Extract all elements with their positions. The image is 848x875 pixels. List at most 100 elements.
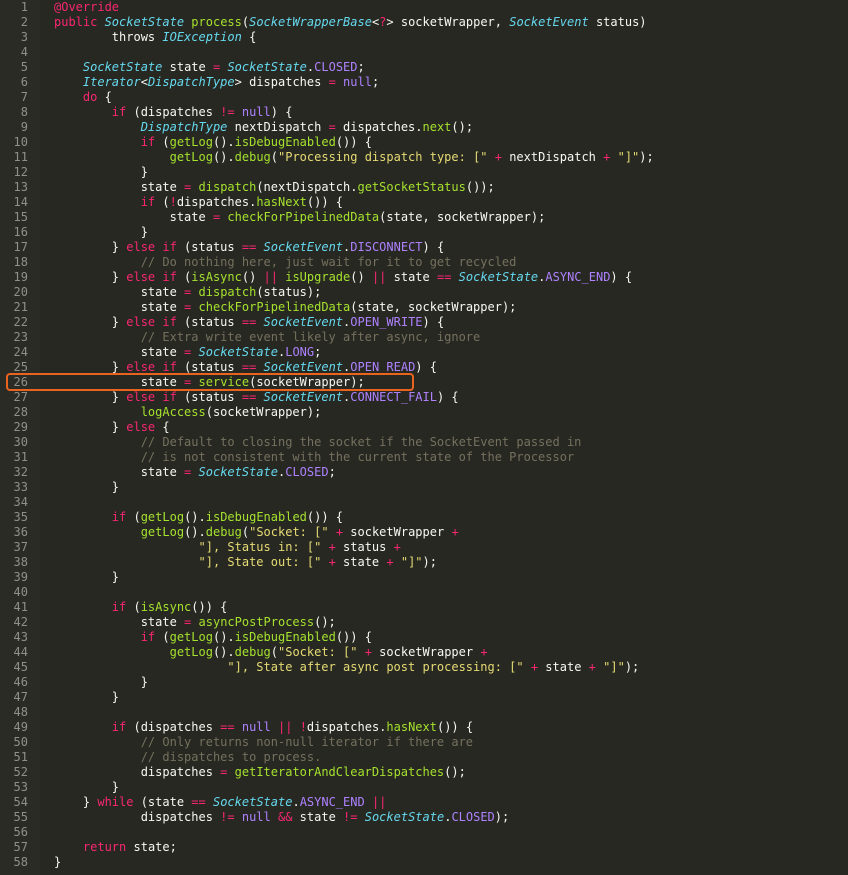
code-text: } else if (status == SocketEvent.CONNECT… xyxy=(54,390,459,405)
code-text: do { xyxy=(54,90,112,105)
code-line[interactable]: 18 // Do nothing here, just wait for it … xyxy=(0,255,848,270)
code-line[interactable]: 37 "], Status in: [" + status + xyxy=(0,540,848,555)
code-token: } xyxy=(54,240,127,254)
code-line[interactable]: 50 // Only returns non-null iterator if … xyxy=(0,735,848,750)
code-line[interactable]: 21 state = checkForPipelinedData(state, … xyxy=(0,300,848,315)
code-line[interactable]: 22 } else if (status == SocketEvent.OPEN… xyxy=(0,315,848,330)
code-line[interactable]: 34 xyxy=(0,495,848,510)
code-line[interactable]: 43 if (getLog().isDebugEnabled()) { xyxy=(0,630,848,645)
code-line[interactable]: 40 xyxy=(0,585,848,600)
code-text: // dispatches to process. xyxy=(54,750,322,765)
code-line[interactable]: 52 dispatches = getIteratorAndClearDispa… xyxy=(0,765,848,780)
code-token: + xyxy=(364,645,372,659)
code-line[interactable]: 42 state = asyncPostProcess(); xyxy=(0,615,848,630)
code-line[interactable]: 31 // is not consistent with the current… xyxy=(0,450,848,465)
code-line[interactable]: 16 } xyxy=(0,225,848,240)
code-token: throws xyxy=(54,30,163,44)
code-token: } xyxy=(54,165,148,179)
code-token: CLOSED xyxy=(451,810,495,824)
line-number: 57 xyxy=(13,840,28,854)
line-number: 14 xyxy=(13,195,28,209)
code-line[interactable]: 2 public SocketState process(SocketWrappe… xyxy=(0,15,848,30)
code-line[interactable]: 33 } xyxy=(0,480,848,495)
code-line[interactable]: 27 } else if (status == SocketEvent.CONN… xyxy=(0,390,848,405)
code-line[interactable]: 39 } xyxy=(0,570,848,585)
code-line[interactable]: 32 state = SocketState.CLOSED; xyxy=(0,465,848,480)
code-line[interactable]: 13 state = dispatch(nextDispatch.getSock… xyxy=(0,180,848,195)
code-line[interactable]: 10 if (getLog().isDebugEnabled()) { xyxy=(0,135,848,150)
code-line[interactable]: 28 logAccess(socketWrapper); xyxy=(0,405,848,420)
code-token: ; xyxy=(371,75,380,89)
code-line[interactable]: 29 } else { xyxy=(0,420,848,435)
code-token: + xyxy=(328,555,336,569)
code-line[interactable]: 53 } xyxy=(0,780,848,795)
code-line[interactable]: 20 state = dispatch(status); xyxy=(0,285,848,300)
code-token: debug xyxy=(234,645,271,659)
code-line[interactable]: 7 do { xyxy=(0,90,848,105)
code-line[interactable]: 55 dispatches != null && state != Socket… xyxy=(0,810,848,825)
code-line[interactable]: 51 // dispatches to process. xyxy=(0,750,848,765)
code-line[interactable]: 24 state = SocketState.LONG; xyxy=(0,345,848,360)
code-token: logAccess xyxy=(140,405,206,419)
code-line[interactable]: 6 Iterator<DispatchType> dispatches = nu… xyxy=(0,75,848,90)
code-line[interactable]: 12 } xyxy=(0,165,848,180)
code-line[interactable]: 5 SocketState state = SocketState.CLOSED… xyxy=(0,60,848,75)
code-token: DispatchType xyxy=(140,120,228,134)
code-text: } xyxy=(54,480,119,495)
code-line[interactable]: 11 getLog().debug("Processing dispatch t… xyxy=(0,150,848,165)
code-line[interactable]: 57 return state; xyxy=(0,840,848,855)
code-line[interactable]: 46 } xyxy=(0,675,848,690)
code-token: { xyxy=(155,420,170,434)
code-line[interactable]: 4 xyxy=(0,45,848,60)
code-token: (). xyxy=(212,630,235,644)
code-text: // Default to closing the socket if the … xyxy=(54,435,582,450)
code-token: null xyxy=(241,720,271,734)
code-line[interactable]: 14 if (!dispatches.hasNext()) { xyxy=(0,195,848,210)
code-line[interactable]: 1 @Override xyxy=(0,0,848,15)
code-token: ; xyxy=(314,345,322,359)
code-line[interactable]: 9 DispatchType nextDispatch = dispatches… xyxy=(0,120,848,135)
code-line[interactable]: 8 if (dispatches != null) { xyxy=(0,105,848,120)
code-token: == xyxy=(241,240,257,254)
code-token: != xyxy=(220,810,235,824)
code-line[interactable]: 47 } xyxy=(0,690,848,705)
code-line[interactable]: 49 if (dispatches == null || !dispatches… xyxy=(0,720,848,735)
code-token: || xyxy=(371,270,387,284)
code-line[interactable]: 30 // Default to closing the socket if t… xyxy=(0,435,848,450)
code-line[interactable]: 58} xyxy=(0,855,848,870)
code-line[interactable]: 45 "], State after async post processing… xyxy=(0,660,848,675)
code-line[interactable]: 48 xyxy=(0,705,848,720)
code-token: nextDispatch xyxy=(227,120,329,134)
code-line[interactable]: 38 "], State out: [" + state + "]"); xyxy=(0,555,848,570)
code-token: ( xyxy=(126,600,141,614)
code-line[interactable]: 35 if (getLog().isDebugEnabled()) { xyxy=(0,510,848,525)
code-line[interactable]: 54 } while (state == SocketState.ASYNC_E… xyxy=(0,795,848,810)
code-token: debug xyxy=(234,150,271,164)
code-line[interactable]: 56 xyxy=(0,825,848,840)
line-number: 7 xyxy=(20,90,28,104)
code-token: } xyxy=(54,780,120,794)
code-token: else if xyxy=(126,240,177,254)
line-number: 6 xyxy=(20,75,28,89)
code-line[interactable]: 15 state = checkForPipelinedData(state, … xyxy=(0,210,848,225)
code-line[interactable]: 36 getLog().debug("Socket: [" + socketWr… xyxy=(0,525,848,540)
code-line[interactable]: 19 } else if (isAsync() || isUpgrade() |… xyxy=(0,270,848,285)
code-token: SocketEvent xyxy=(263,390,344,404)
code-line[interactable]: 41 if (isAsync()) { xyxy=(0,600,848,615)
code-line[interactable]: 23 // Extra write event likely after asy… xyxy=(0,330,848,345)
code-editor[interactable]: 1 @Override 2 public SocketState process(So… xyxy=(0,0,848,875)
code-line[interactable]: 17 } else if (status == SocketEvent.DISC… xyxy=(0,240,848,255)
code-line[interactable]: 44 getLog().debug("Socket: [" + socketWr… xyxy=(0,645,848,660)
code-line[interactable]: 3 throws IOException { xyxy=(0,30,848,45)
line-number: 49 xyxy=(13,720,28,734)
code-token: while xyxy=(97,795,134,809)
code-text: getLog().debug("Processing dispatch type… xyxy=(54,150,654,165)
code-token: { xyxy=(241,30,257,44)
line-number: 8 xyxy=(20,105,28,119)
code-token: == xyxy=(191,795,206,809)
